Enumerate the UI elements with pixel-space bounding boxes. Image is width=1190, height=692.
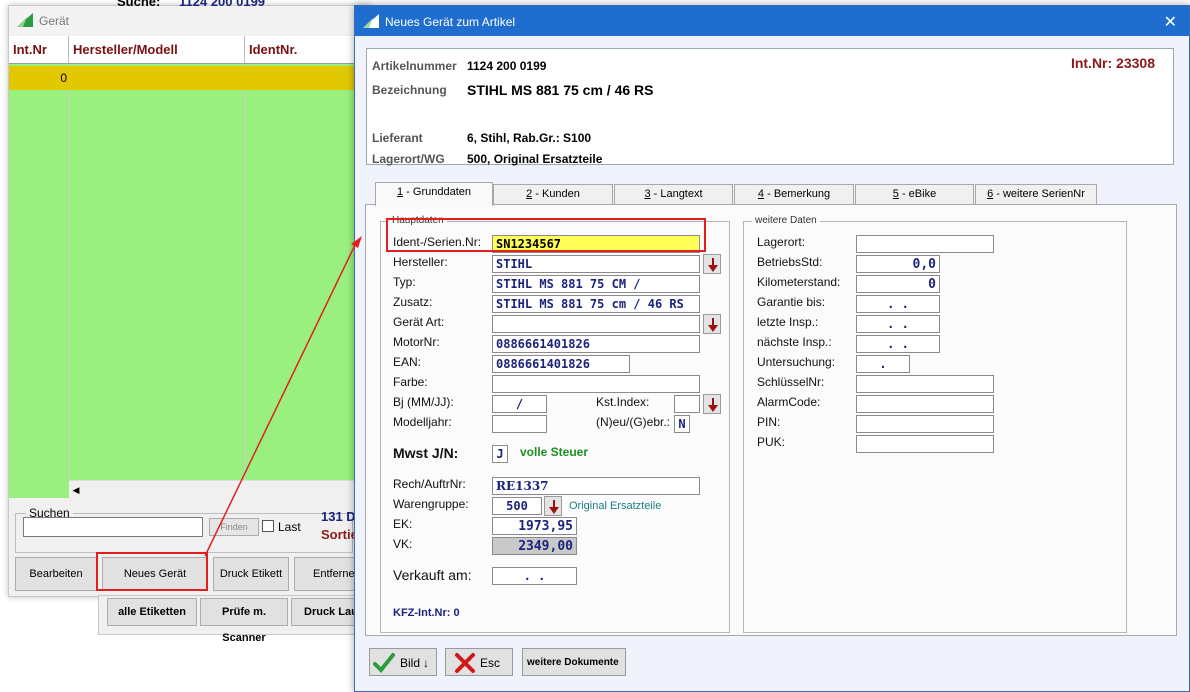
annotation-arrow: [204, 236, 362, 557]
tab-grunddaten[interactable]: 1 - Grunddaten: [375, 182, 493, 206]
tab-label: - Grunddaten: [403, 186, 471, 198]
